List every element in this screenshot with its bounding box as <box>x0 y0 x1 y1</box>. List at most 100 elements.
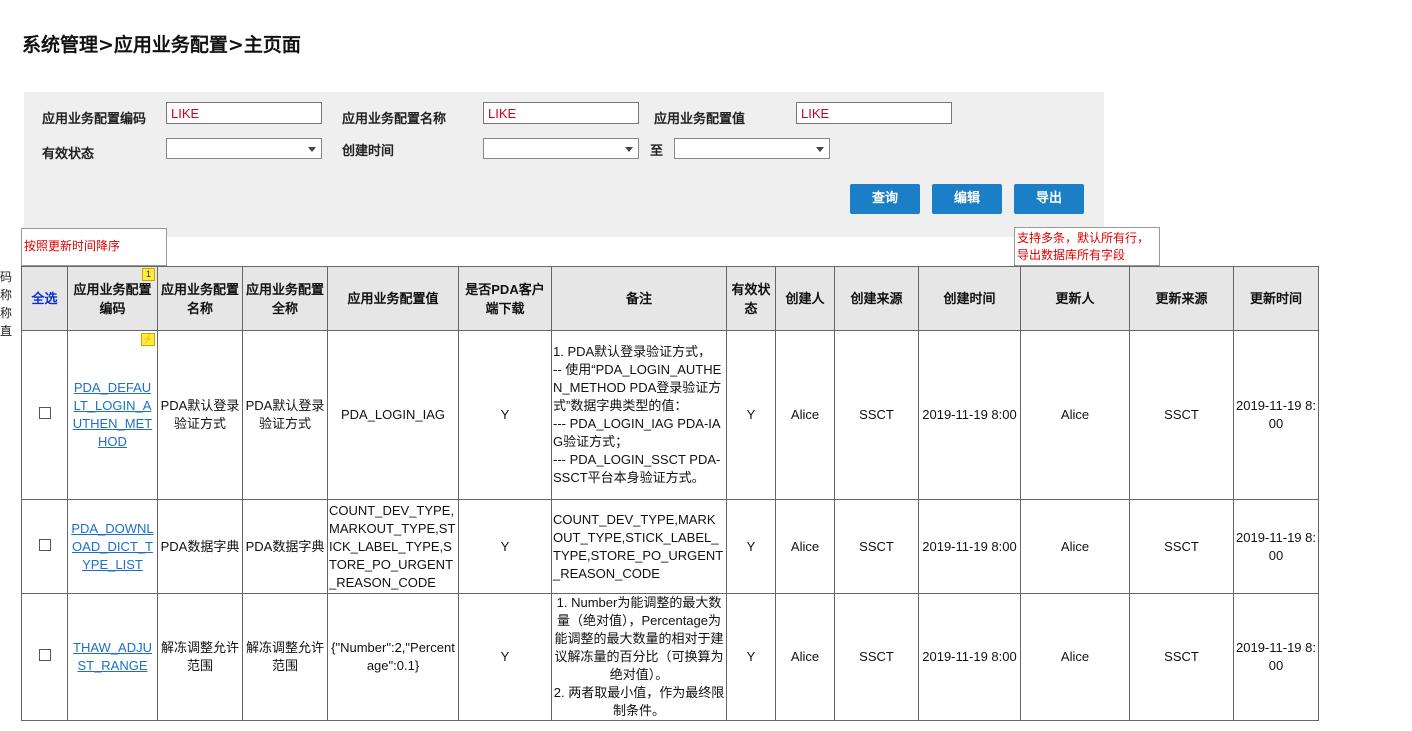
create-time-header: 创建时间 <box>918 266 1021 331</box>
status-cell: Y <box>726 330 776 500</box>
code-header-text: 应用业务配置编码 <box>73 281 152 316</box>
code-filter-label: 应用业务配置编码 <box>42 112 147 127</box>
updater-cell: Alice <box>1020 499 1130 594</box>
select-all-header[interactable]: 全选 <box>21 266 68 331</box>
note-marker-icon: 1 <box>142 268 155 281</box>
update-time-cell: 2019-11-19 8:00 <box>1233 593 1319 721</box>
remark-line: -- 使用“PDA_LOGIN_AUTHEN_METHOD PDA登录验证方式”… <box>553 362 722 413</box>
to-label: 至 <box>650 144 664 159</box>
row-checkbox[interactable] <box>38 649 51 661</box>
chevron-down-icon <box>816 147 824 152</box>
pda-header: 是否PDA客户端下载 <box>458 266 552 331</box>
table-row: ⚡ PDA_DEFAULT_LOGIN_AUTHEN_METHOD PDA默认登录… <box>21 330 1319 500</box>
status-cell: Y <box>726 593 776 721</box>
status-filter-label: 有效状态 <box>42 147 95 162</box>
config-table: 全选 应用业务配置编码 1 应用业务配置名称 应用业务配置全称 应用业务配置值 是… <box>21 266 1319 721</box>
value-header: 应用业务配置值 <box>327 266 459 331</box>
code-link[interactable]: THAW_ADJUST_RANGE <box>69 639 156 675</box>
row-checkbox[interactable] <box>38 538 51 551</box>
row-checkbox-cell[interactable] <box>21 499 68 594</box>
create-time-cell: 2019-11-19 8:00 <box>918 330 1021 500</box>
creator-header: 创建人 <box>775 266 835 331</box>
export-note-line: 支持多条，默认所有行， <box>1017 231 1150 245</box>
created-from-select[interactable] <box>483 138 639 159</box>
update-source-header: 更新来源 <box>1129 266 1234 331</box>
remark-line: 1. Number为能调整的最大数量（绝对值），Percentage为能调整的最… <box>554 595 724 682</box>
side-char: 称 <box>0 306 13 320</box>
remark-line: --- PDA_LOGIN_SSCT PDA-SSCT平台本身验证方式。 <box>553 452 721 485</box>
update-source-cell: SSCT <box>1129 499 1234 594</box>
code-header: 应用业务配置编码 1 <box>67 266 158 331</box>
value-filter-input[interactable]: LIKE <box>796 102 952 124</box>
code-cell: ⚡ PDA_DEFAULT_LOGIN_AUTHEN_METHOD <box>67 330 158 500</box>
value-filter-label: 应用业务配置值 <box>654 112 746 127</box>
side-char: 称 <box>0 288 13 302</box>
name-filter-label: 应用业务配置名称 <box>342 112 447 127</box>
export-note: 支持多条，默认所有行， 导出数据库所有字段 <box>1014 227 1160 266</box>
fullname-cell: PDA数据字典 <box>242 499 328 594</box>
page-title: 系统管理>应用业务配置>主页面 <box>22 34 301 56</box>
remark-cell: 1. PDA默认登录验证方式， -- 使用“PDA_LOGIN_AUTHEN_M… <box>551 330 727 500</box>
name-header: 应用业务配置名称 <box>157 266 243 331</box>
fullname-header: 应用业务配置全称 <box>242 266 328 331</box>
chevron-down-icon <box>625 147 633 152</box>
name-cell: PDA数据字典 <box>157 499 243 594</box>
edit-button[interactable]: 编辑 <box>932 184 1002 214</box>
lightning-icon: ⚡ <box>141 333 155 346</box>
code-filter-input[interactable]: LIKE <box>166 102 322 124</box>
select-all-link[interactable]: 全选 <box>31 291 57 306</box>
remark-line: 2. 两者取最小值，作为最终限制条件。 <box>553 685 725 718</box>
creator-cell: Alice <box>775 593 835 721</box>
status-select[interactable] <box>166 138 322 159</box>
clipped-side-text: 码 称 称 直 <box>0 268 12 340</box>
pda-cell: Y <box>458 330 552 500</box>
value-cell: {"Number":2,"Percentage":0.1} <box>327 593 459 721</box>
creator-cell: Alice <box>775 330 835 500</box>
sort-note-text: 按照更新时间降序 <box>24 239 121 253</box>
code-cell: THAW_ADJUST_RANGE <box>67 593 158 721</box>
name-filter-input[interactable]: LIKE <box>483 102 639 124</box>
name-cell: PDA默认登录验证方式 <box>157 330 243 500</box>
status-header: 有效状态 <box>726 266 776 331</box>
sort-note: 按照更新时间降序 <box>21 228 167 266</box>
fullname-cell: PDA默认登录验证方式 <box>242 330 328 500</box>
update-time-cell: 2019-11-19 8:00 <box>1233 499 1319 594</box>
code-link[interactable]: PDA_DOWNLOAD_DICT_TYPE_LIST <box>69 520 156 574</box>
update-source-cell: SSCT <box>1129 593 1234 721</box>
code-link[interactable]: PDA_DEFAULT_LOGIN_AUTHEN_METHOD <box>69 379 156 451</box>
pda-cell: Y <box>458 593 552 721</box>
update-time-cell: 2019-11-19 8:00 <box>1233 330 1319 500</box>
filter-panel: 应用业务配置编码 LIKE 应用业务配置名称 LIKE 应用业务配置值 LIKE… <box>24 92 1104 237</box>
create-source-cell: SSCT <box>834 499 919 594</box>
side-char: 码 <box>0 270 13 284</box>
pda-cell: Y <box>458 499 552 594</box>
create-source-cell: SSCT <box>834 593 919 721</box>
row-checkbox[interactable] <box>38 407 51 419</box>
export-button[interactable]: 导出 <box>1014 184 1084 214</box>
chevron-down-icon <box>308 147 316 152</box>
row-checkbox-cell[interactable] <box>21 330 68 500</box>
export-note-line: 导出数据库所有字段 <box>1017 248 1126 262</box>
created-to-select[interactable] <box>674 138 830 159</box>
status-cell: Y <box>726 499 776 594</box>
value-cell: PDA_LOGIN_IAG <box>327 330 459 500</box>
table-row: PDA_DOWNLOAD_DICT_TYPE_LIST PDA数据字典 PDA数… <box>21 499 1319 594</box>
row-checkbox-cell[interactable] <box>21 593 68 721</box>
value-cell: COUNT_DEV_TYPE,MARKOUT_TYPE,STICK_LABEL_… <box>327 499 459 594</box>
created-time-label: 创建时间 <box>342 144 395 159</box>
table-header-row: 全选 应用业务配置编码 1 应用业务配置名称 应用业务配置全称 应用业务配置值 是… <box>21 266 1319 331</box>
remark-header: 备注 <box>551 266 727 331</box>
creator-cell: Alice <box>775 499 835 594</box>
remark-line: 1. PDA默认登录验证方式， <box>553 344 712 359</box>
create-time-cell: 2019-11-19 8:00 <box>918 499 1021 594</box>
remark-line: --- PDA_LOGIN_IAG PDA-IAG验证方式； <box>553 416 721 449</box>
side-char: 直 <box>0 324 13 338</box>
remark-cell: 1. Number为能调整的最大数量（绝对值），Percentage为能调整的最… <box>551 593 727 721</box>
update-source-cell: SSCT <box>1129 330 1234 500</box>
update-time-header: 更新时间 <box>1233 266 1319 331</box>
query-button[interactable]: 查询 <box>850 184 920 214</box>
name-cell: 解冻调整允许范围 <box>157 593 243 721</box>
create-time-cell: 2019-11-19 8:00 <box>918 593 1021 721</box>
updater-header: 更新人 <box>1020 266 1130 331</box>
updater-cell: Alice <box>1020 330 1130 500</box>
